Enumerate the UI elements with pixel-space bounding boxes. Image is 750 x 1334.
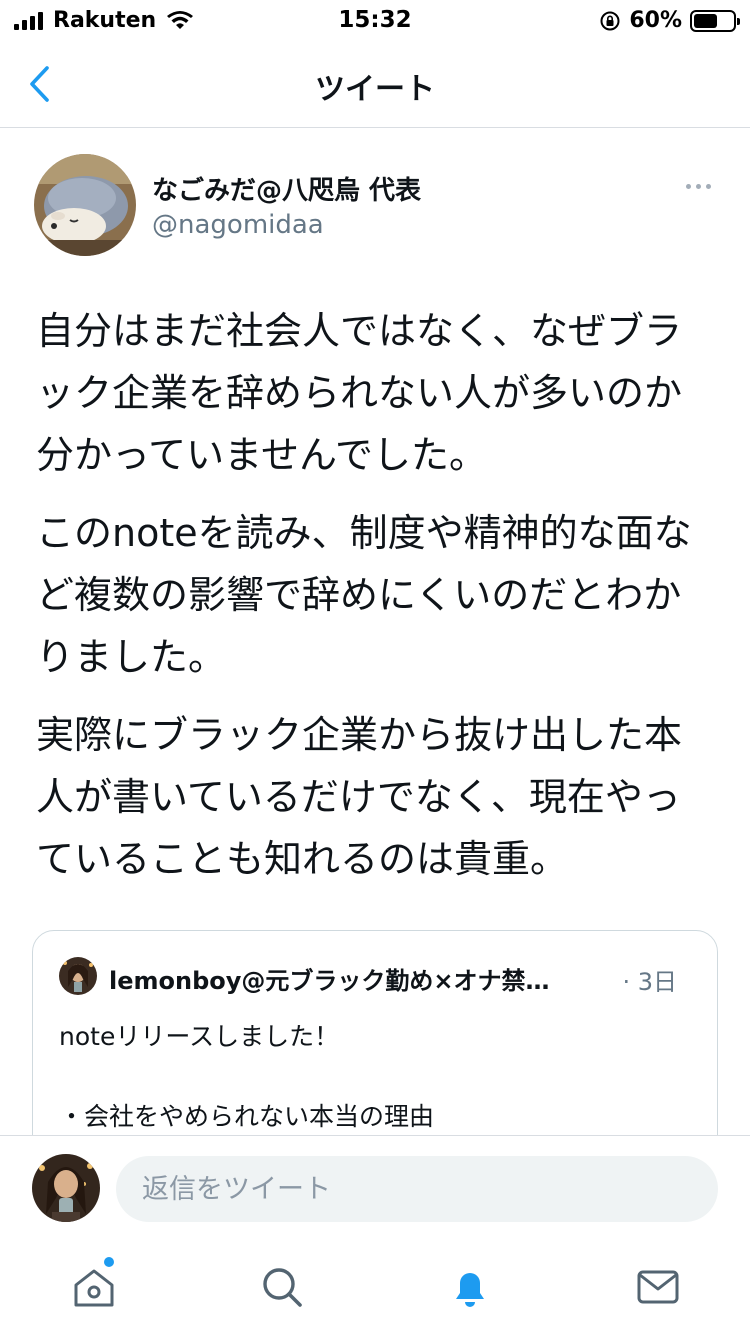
messages-icon[interactable] (634, 1263, 682, 1311)
user-handle[interactable]: @nagomidaa (152, 210, 324, 240)
quoted-line: noteリリースしました！ (59, 1022, 340, 1051)
user-avatar (32, 1154, 100, 1222)
tweet-paragraph: 実際にブラック企業から抜け出した本人が書いているだけでなく、現在やっていることも… (36, 713, 683, 881)
home-icon[interactable] (70, 1263, 118, 1311)
quoted-avatar (59, 957, 97, 995)
page-title: ツイート (315, 72, 435, 107)
rotation-lock-icon (600, 11, 620, 30)
tweet-body: 自分はまだ社会人ではなく、なぜブラック企業を辞められない人が多いのか分かっていま… (36, 300, 716, 906)
status-bar: Rakuten 15:32 60% (0, 0, 750, 42)
unread-dot (104, 1257, 114, 1267)
more-options-icon[interactable] (682, 172, 714, 200)
quoted-text: noteリリースしました！ ・会社をやめられない本当の理由 (59, 1017, 434, 1137)
battery-percent: 60% (629, 8, 682, 33)
notifications-icon[interactable] (446, 1263, 494, 1311)
hedgehog-avatar-image (34, 154, 136, 256)
nav-header: ツイート (0, 42, 750, 128)
reply-input[interactable] (116, 1156, 718, 1222)
search-icon[interactable] (258, 1263, 306, 1311)
battery-icon (690, 9, 740, 32)
quoted-author: lemonboy@元ブラック勤め×オナ禁… (109, 967, 550, 995)
reply-bar (0, 1135, 750, 1241)
display-name[interactable]: なごみだ@八咫烏 代表 (152, 170, 421, 207)
tab-bar (0, 1241, 750, 1334)
quoted-line: ・会社をやめられない本当の理由 (59, 1102, 435, 1131)
tweet-paragraph: 自分はまだ社会人ではなく、なぜブラック企業を辞められない人が多いのか分かっていま… (36, 309, 683, 477)
quoted-timestamp: · 3日 (622, 968, 677, 996)
avatar[interactable] (34, 154, 136, 256)
tweet-paragraph: このnoteを読み、制度や精神的な面など複数の影響で辞めにくいのだとわかりました… (36, 511, 692, 679)
